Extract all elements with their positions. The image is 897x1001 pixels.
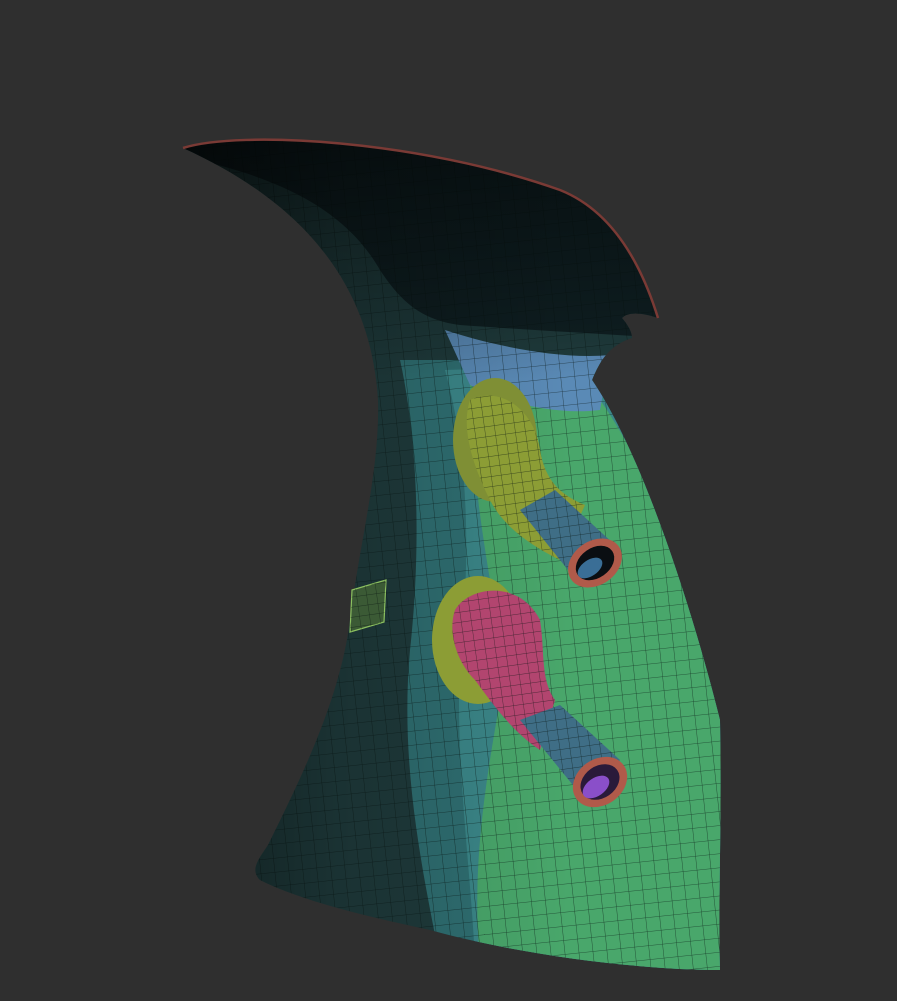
mesh-render[interactable] [0,0,897,1001]
mesh-body[interactable] [150,120,760,1001]
3d-viewport[interactable] [0,0,897,1001]
